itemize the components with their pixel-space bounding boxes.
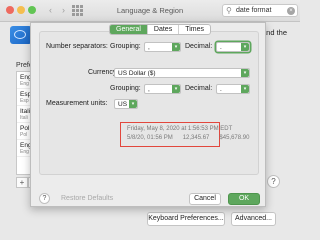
decimal-select[interactable]: . ▾ xyxy=(216,42,250,52)
tab-dates[interactable]: Dates xyxy=(148,25,180,34)
number-separators-label: Number separators: xyxy=(46,43,108,50)
grouping-select[interactable]: , ▾ xyxy=(144,42,181,52)
chevron-down-icon: ▾ xyxy=(241,69,249,77)
search-field[interactable]: ⚲ date format × xyxy=(222,4,298,17)
currency-grouping-select[interactable]: , ▾ xyxy=(144,84,181,94)
chevron-down-icon: ▾ xyxy=(241,85,249,93)
help-button[interactable]: ? xyxy=(39,193,50,204)
chevron-down-icon: ▾ xyxy=(129,100,137,108)
general-panel: Number separators: Grouping: , ▾ Decimal… xyxy=(39,31,259,175)
measurement-units-label: Measurement units: xyxy=(46,100,108,107)
background-help-button[interactable]: ? xyxy=(267,175,280,188)
tab-times[interactable]: Times xyxy=(179,25,210,34)
add-language-button[interactable]: + xyxy=(16,177,28,188)
grouping-label: Grouping: xyxy=(110,43,141,50)
restore-defaults-button[interactable]: Restore Defaults xyxy=(61,195,113,202)
advanced-button[interactable]: Advanced... xyxy=(231,212,276,226)
decimal-label: Decimal: xyxy=(185,43,213,50)
date-preview-text: Friday, May 8, 2020 at 1:56:53 PM EDT xyxy=(127,126,233,132)
chevron-down-icon: ▾ xyxy=(172,85,180,93)
chevron-down-icon: ▾ xyxy=(241,43,249,51)
tab-bar: General Dates Times xyxy=(109,24,211,35)
cancel-button[interactable]: Cancel xyxy=(189,193,221,205)
language-region-flag-icon xyxy=(10,26,32,44)
clear-search-icon[interactable]: × xyxy=(287,7,295,15)
currency-grouping-label: Grouping: xyxy=(110,85,141,92)
search-icon: ⚲ xyxy=(226,6,232,15)
advanced-sheet: Number separators: Grouping: , ▾ Decimal… xyxy=(30,22,266,207)
tab-general[interactable]: General xyxy=(110,25,148,34)
measurement-units-select[interactable]: US ▾ xyxy=(114,99,138,109)
keyboard-preferences-button[interactable]: Keyboard Preferences... xyxy=(147,212,225,226)
currency-select[interactable]: US Dollar ($) ▾ xyxy=(114,68,250,78)
title-bar: ‹ › Language & Region ⚲ date format × xyxy=(0,0,300,22)
number-preview-text: 5/8/20, 01:56 PM 12,345.67 $45,678.90 xyxy=(127,135,250,141)
ok-button[interactable]: OK xyxy=(228,193,260,205)
chevron-down-icon: ▾ xyxy=(172,43,180,51)
format-preview-box: Friday, May 8, 2020 at 1:56:53 PM EDT 5/… xyxy=(120,122,249,147)
currency-decimal-label: Decimal: xyxy=(185,85,213,92)
search-value: date format xyxy=(236,7,272,14)
currency-decimal-select[interactable]: . ▾ xyxy=(216,84,250,94)
